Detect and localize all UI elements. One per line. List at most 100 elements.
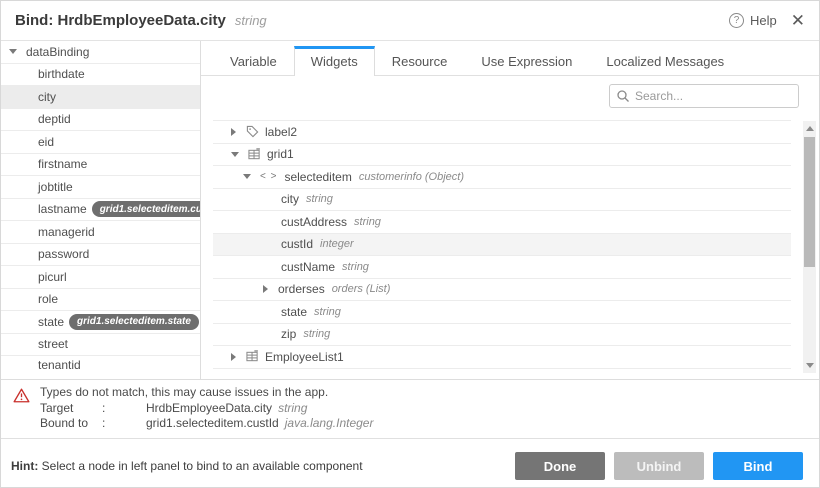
warning-text-block: Types do not match, this may cause issue… — [40, 385, 373, 432]
header-actions: ? Help ✕ — [729, 12, 805, 29]
sidebar-item-picurl[interactable]: picurl — [1, 266, 200, 289]
object-icon: < > — [260, 171, 277, 182]
tab-localized-messages[interactable]: Localized Messages — [589, 46, 741, 76]
sidebar-item-label: password — [38, 247, 89, 261]
sidebar-item-password[interactable]: password — [1, 244, 200, 267]
scroll-up-icon[interactable] — [806, 126, 814, 131]
target-type: string — [278, 401, 307, 415]
sidebar-item-label: deptid — [38, 112, 71, 126]
binding-badge: grid1.selecteditem.state — [69, 314, 199, 330]
tree-row-label: selecteditem — [284, 170, 351, 184]
sidebar-item-eid[interactable]: eid — [1, 131, 200, 154]
help-icon: ? — [729, 13, 744, 28]
sidebar-item-state[interactable]: state grid1.selecteditem.state — [1, 311, 200, 334]
sidebar-item-birthdate[interactable]: birthdate — [1, 64, 200, 87]
type-mismatch-warning: Types do not match, this may cause issue… — [1, 379, 819, 438]
vertical-scrollbar[interactable] — [803, 121, 816, 373]
caret-down-icon[interactable] — [231, 152, 239, 157]
search-input[interactable] — [635, 89, 792, 103]
scrollbar-thumb[interactable] — [804, 137, 815, 267]
unbind-button[interactable]: Unbind — [614, 452, 704, 480]
caret-right-icon[interactable] — [231, 353, 236, 361]
sidebar-item-firstname[interactable]: firstname — [1, 154, 200, 177]
caret-down-icon[interactable] — [243, 174, 251, 179]
tree-row-orderses[interactable]: orderses orders (List) — [213, 279, 791, 302]
tree-row-custaddress[interactable]: custAddress string — [213, 211, 791, 234]
tab-variable[interactable]: Variable — [213, 46, 294, 76]
colon: : — [102, 401, 146, 417]
dialog-footer: Hint: Select a node in left panel to bin… — [1, 439, 819, 488]
sidebar-item-deptid[interactable]: deptid — [1, 109, 200, 132]
tab-widgets[interactable]: Widgets — [294, 46, 375, 76]
tree-row-label2[interactable]: label2 — [213, 121, 791, 144]
dialog-body: dataBinding birthdate city deptid eid fi… — [1, 41, 819, 379]
hint-label: Hint: — [11, 459, 38, 473]
warning-message: Types do not match, this may cause issue… — [40, 385, 373, 401]
bind-dialog: Bind: HrdbEmployeeData.city string ? Hel… — [0, 0, 820, 488]
sidebar-root-label: dataBinding — [26, 45, 89, 59]
tree-row-label: orderses — [278, 282, 325, 296]
sidebar-item-label: eid — [38, 135, 54, 149]
warning-icon — [13, 388, 30, 432]
search-box[interactable] — [609, 84, 799, 108]
scroll-down-icon[interactable] — [806, 363, 814, 368]
bound-type: java.lang.Integer — [285, 416, 374, 430]
hint-text: Hint: Select a node in left panel to bin… — [11, 459, 363, 473]
binding-sidebar: dataBinding birthdate city deptid eid fi… — [1, 41, 201, 379]
target-path: HrdbEmployeeData.city — [146, 401, 272, 415]
done-button[interactable]: Done — [515, 452, 605, 480]
tree-row-zip[interactable]: zip string — [213, 324, 791, 347]
sidebar-item-label: picurl — [38, 270, 67, 284]
sidebar-item-label: state — [38, 315, 64, 329]
tab-resource[interactable]: Resource — [375, 46, 465, 76]
caret-right-icon[interactable] — [231, 128, 236, 136]
bound-path: grid1.selecteditem.custId — [146, 416, 279, 430]
widgets-tree: label2 grid1 < > selecteditem customerin… — [213, 120, 791, 369]
footer-buttons: Done Unbind Bind — [515, 452, 803, 480]
tree-row-selecteditem[interactable]: < > selecteditem customerinfo (Object) — [213, 166, 791, 189]
tree-row-label: label2 — [265, 125, 297, 139]
sidebar-item-street[interactable]: street — [1, 334, 200, 357]
tree-row-type: string — [342, 261, 369, 273]
tree-row-employeelist1[interactable]: EmployeeList1 — [213, 346, 791, 369]
binding-badge: grid1.selecteditem.custName — [92, 201, 201, 217]
sidebar-item-label: firstname — [38, 157, 87, 171]
tree-row-label: state — [281, 305, 307, 319]
colon: : — [102, 416, 146, 432]
tree-row-label: EmployeeList1 — [265, 350, 344, 364]
tree-row-label: custId — [281, 237, 313, 251]
tree-row-state[interactable]: state string — [213, 301, 791, 324]
tag-icon — [246, 125, 259, 138]
help-button[interactable]: ? Help — [729, 13, 777, 28]
sidebar-item-jobtitle[interactable]: jobtitle — [1, 176, 200, 199]
hint-body: Select a node in left panel to bind to a… — [38, 459, 362, 473]
dialog-title-type: string — [235, 13, 267, 28]
target-value: HrdbEmployeeData.city string — [146, 401, 373, 417]
tree-row-label: city — [281, 192, 299, 206]
dialog-title: Bind: HrdbEmployeeData.city — [15, 12, 226, 29]
tree-row-city[interactable]: city string — [213, 189, 791, 212]
sidebar-item-label: tenantid — [38, 358, 81, 372]
tab-use-expression[interactable]: Use Expression — [464, 46, 589, 76]
sidebar-item-databinding[interactable]: dataBinding — [1, 41, 200, 64]
warning-bound-row: Bound to : grid1.selecteditem.custIdjava… — [40, 416, 373, 432]
sidebar-item-role[interactable]: role — [1, 289, 200, 312]
sidebar-item-lastname[interactable]: lastname grid1.selecteditem.custName — [1, 199, 200, 222]
caret-right-icon[interactable] — [263, 285, 268, 293]
bind-button[interactable]: Bind — [713, 452, 803, 480]
target-label: Target — [40, 401, 102, 417]
close-icon[interactable]: ✕ — [791, 12, 805, 29]
search-row — [201, 76, 819, 116]
grid-widget-icon — [248, 148, 261, 161]
caret-down-icon[interactable] — [9, 49, 17, 54]
tree-row-grid1[interactable]: grid1 — [213, 144, 791, 167]
tree-row-type: string — [306, 193, 333, 205]
sidebar-item-label: role — [38, 292, 58, 306]
tree-row-custname[interactable]: custName string — [213, 256, 791, 279]
dialog-header: Bind: HrdbEmployeeData.city string ? Hel… — [1, 1, 819, 41]
sidebar-item-tenantid[interactable]: tenantid — [1, 356, 200, 373]
tree-row-label: grid1 — [267, 147, 294, 161]
sidebar-item-city[interactable]: city — [1, 86, 200, 109]
tree-row-custid[interactable]: custId integer — [213, 234, 791, 257]
sidebar-item-managerid[interactable]: managerid — [1, 221, 200, 244]
